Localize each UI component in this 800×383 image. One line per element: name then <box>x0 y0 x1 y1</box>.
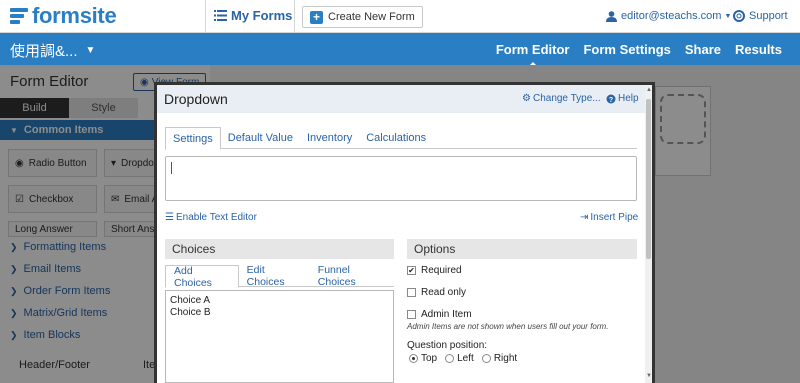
support-label: Support <box>749 10 788 22</box>
scroll-thumb[interactable] <box>646 99 651 259</box>
choices-header: Choices <box>165 239 394 259</box>
caret-down-icon: ▼ <box>85 45 96 56</box>
tab-add-choices[interactable]: Add Choices <box>165 265 239 289</box>
scroll-down-icon[interactable]: ▼ <box>646 373 652 379</box>
tab-settings[interactable]: Settings <box>165 127 221 150</box>
change-type-label: Change Type... <box>532 93 601 104</box>
user-menu[interactable]: editor@steachs.com ▼ <box>606 10 731 22</box>
nav-form-editor[interactable]: Form Editor <box>496 42 569 67</box>
admin-item-option[interactable]: Admin Item <box>407 309 472 320</box>
gear-icon: ⚙ <box>522 93 531 104</box>
create-new-form-button[interactable]: + Create New Form <box>302 6 423 28</box>
divider <box>294 0 295 33</box>
choice-tabs: Add Choices Edit Choices Funnel Choices <box>165 264 394 289</box>
caret-down-icon: ▼ <box>724 12 732 20</box>
tab-funnel-choices[interactable]: Funnel Choices <box>310 264 394 288</box>
text-cursor <box>171 162 172 174</box>
nav-share[interactable]: Share <box>685 42 721 57</box>
top-bar: formsite My Forms + Create New Form edit… <box>0 0 800 33</box>
logo-icon <box>8 5 30 27</box>
modal-title: Dropdown <box>164 91 228 107</box>
nav-form-settings[interactable]: Form Settings <box>583 42 670 57</box>
radio-selected-icon <box>409 354 418 363</box>
help-link[interactable]: ? Help <box>606 93 639 104</box>
question-text-input[interactable] <box>165 156 637 201</box>
choices-textarea[interactable]: Choice A Choice B <box>165 290 394 383</box>
logo-text: formsite <box>32 3 117 28</box>
modal-content: Dropdown ⚙ Change Type... ? Help Setting… <box>157 85 652 383</box>
position-label: Top <box>421 353 438 364</box>
position-label: Right <box>493 353 518 364</box>
insert-icon: ⇥ <box>580 212 589 223</box>
help-label: Help <box>618 93 639 104</box>
read-only-option[interactable]: Read only <box>407 287 466 298</box>
required-label: Required <box>421 265 462 276</box>
tab-edit-choices[interactable]: Edit Choices <box>239 264 310 288</box>
tab-calculations[interactable]: Calculations <box>359 127 433 149</box>
scroll-up-icon[interactable]: ▲ <box>646 87 652 93</box>
position-label: Left <box>457 353 474 364</box>
required-option[interactable]: ✔ Required <box>407 265 462 276</box>
read-only-label: Read only <box>421 287 467 298</box>
checkbox-icon[interactable] <box>407 288 416 297</box>
text-editor-icon: ☰ <box>165 212 174 223</box>
question-position-options: Top Left Right <box>409 353 525 364</box>
insert-pipe-label: Insert Pipe <box>590 212 639 223</box>
nav-results[interactable]: Results <box>735 42 782 57</box>
radio-icon <box>445 354 455 363</box>
form-name: 使用調&... <box>10 43 78 60</box>
list-icon <box>214 10 227 21</box>
tab-default-value[interactable]: Default Value <box>221 127 300 149</box>
position-right-radio[interactable]: Right <box>481 353 518 364</box>
user-email: editor@steachs.com <box>621 10 722 22</box>
change-type-link[interactable]: ⚙ Change Type... <box>522 93 601 104</box>
plus-icon: + <box>310 10 323 24</box>
admin-item-note: Admin Items are not shown when users fil… <box>407 322 609 331</box>
nav-links: Form Editor Form Settings Share Results <box>482 42 782 67</box>
modal-header: Dropdown ⚙ Change Type... ? Help <box>157 85 652 113</box>
question-position-label: Question position: <box>407 340 488 351</box>
options-header: Options <box>407 239 637 259</box>
divider <box>205 0 206 33</box>
my-forms-link[interactable]: My Forms <box>214 8 292 23</box>
position-top-radio[interactable]: Top <box>409 353 437 364</box>
user-icon <box>606 10 617 22</box>
svg-text:?: ? <box>609 97 613 104</box>
formsite-logo[interactable]: formsite <box>8 3 117 29</box>
choice-line: Choice B <box>170 307 211 318</box>
admin-item-label: Admin Item <box>421 309 472 320</box>
form-name-dropdown[interactable]: 使用調&... ▼ <box>10 40 95 61</box>
insert-pipe-link[interactable]: ⇥ Insert Pipe <box>580 212 638 223</box>
help-icon: ? <box>606 94 616 104</box>
position-left-radio[interactable]: Left <box>445 353 474 364</box>
tab-inventory[interactable]: Inventory <box>300 127 359 149</box>
radio-icon <box>481 354 491 363</box>
create-new-form-label: Create New Form <box>328 11 415 23</box>
support-link[interactable]: Support <box>733 10 788 22</box>
choice-line: Choice A <box>170 295 211 306</box>
dropdown-settings-modal: Dropdown ⚙ Change Type... ? Help Setting… <box>154 82 655 383</box>
enable-text-editor-link[interactable]: ☰ Enable Text Editor <box>165 212 257 223</box>
my-forms-label: My Forms <box>231 8 293 23</box>
main-nav: 使用調&... ▼ Form Editor Form Settings Shar… <box>0 33 800 67</box>
checkbox-checked-icon[interactable]: ✔ <box>407 266 416 275</box>
modal-tabs: Settings Default Value Inventory Calcula… <box>165 127 637 150</box>
checkbox-icon[interactable] <box>407 310 416 319</box>
lifebuoy-icon <box>733 10 745 22</box>
enable-text-editor-label: Enable Text Editor <box>175 212 257 223</box>
